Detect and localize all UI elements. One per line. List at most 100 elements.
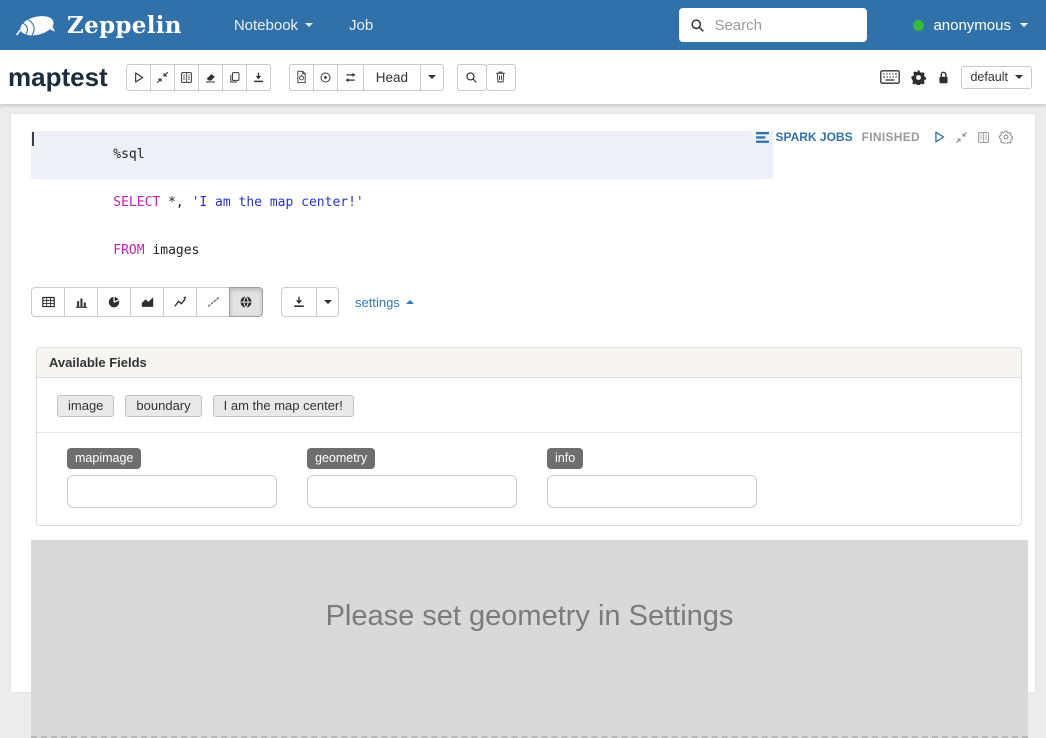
- code-text: *,: [160, 195, 191, 210]
- note-content: %sql SELECT *, 'I am the map center!' FR…: [0, 104, 1046, 693]
- area-chart-icon: [140, 295, 155, 309]
- run-paragraph-button[interactable]: [932, 130, 946, 144]
- compare-revisions-button[interactable]: [337, 64, 364, 91]
- nav-notebook-label: Notebook: [234, 17, 298, 34]
- geometry-drop-target[interactable]: [307, 475, 517, 508]
- field-chip-boundary[interactable]: boundary: [125, 395, 201, 417]
- keyboard-shortcuts-icon[interactable]: [880, 70, 900, 84]
- paragraph-controls: SPARK JOBS FINISHED: [756, 130, 1013, 144]
- drop-zones-row: mapimage geometry info: [37, 433, 1021, 525]
- head-version-label[interactable]: Head: [363, 64, 421, 91]
- map-placeholder-message: Please set geometry in Settings: [31, 540, 1028, 633]
- note-toolbar: maptest Head: [0, 50, 1046, 104]
- mapimage-drop-target[interactable]: [67, 475, 277, 508]
- available-fields-header: Available Fields: [37, 348, 1021, 378]
- code-text: %sql: [113, 147, 144, 162]
- chevron-down-icon: [1015, 75, 1023, 79]
- nav-job-label: Job: [349, 17, 373, 34]
- viz-pie-chart-button[interactable]: [97, 287, 131, 317]
- trash-icon: [494, 70, 507, 84]
- viz-table-button[interactable]: [31, 287, 65, 317]
- swap-arrows-icon: [343, 71, 358, 84]
- download-options-button[interactable]: [316, 287, 339, 317]
- toggle-code-button[interactable]: [150, 64, 175, 91]
- set-revision-button[interactable]: [313, 64, 338, 91]
- spark-jobs-link[interactable]: SPARK JOBS: [756, 130, 852, 144]
- line-chart-icon: [173, 295, 188, 309]
- scatter-chart-icon: [206, 295, 221, 309]
- nav-job[interactable]: Job: [349, 17, 373, 34]
- info-zone-label: info: [547, 448, 583, 469]
- toggle-editor-button[interactable]: [977, 131, 990, 144]
- viz-line-chart-button[interactable]: [163, 287, 197, 317]
- spark-jobs-label: SPARK JOBS: [775, 130, 852, 144]
- collapse-paragraph-button[interactable]: [955, 131, 968, 144]
- file-revision-icon: [295, 70, 308, 84]
- paragraph-header: %sql SELECT *, 'I am the map center!' FR…: [11, 114, 1035, 275]
- export-note-button[interactable]: [246, 64, 271, 91]
- book-icon: [180, 71, 193, 84]
- note-title[interactable]: maptest: [8, 62, 108, 93]
- code-line: FROM images: [31, 227, 773, 275]
- top-navbar: Zeppelin Notebook Job anonymous: [0, 0, 1046, 50]
- paragraph-settings-gear-icon[interactable]: [999, 130, 1013, 144]
- note-search-box[interactable]: [679, 8, 867, 42]
- code-string: 'I am the map center!': [192, 195, 364, 210]
- play-icon: [132, 71, 145, 84]
- field-chip-image[interactable]: image: [57, 395, 114, 417]
- viz-bar-chart-button[interactable]: [64, 287, 98, 317]
- search-input[interactable]: [712, 16, 856, 35]
- version-dropdown-button[interactable]: [420, 64, 444, 91]
- bar-chart-icon: [74, 295, 89, 309]
- code-keyword: FROM: [113, 243, 144, 258]
- default-interpreter-dropdown[interactable]: default: [961, 66, 1032, 89]
- search-icon: [465, 71, 478, 84]
- code-editor[interactable]: %sql SELECT *, 'I am the map center!' FR…: [31, 131, 773, 275]
- nav-notebook[interactable]: Notebook: [234, 17, 313, 34]
- viz-settings-toggle[interactable]: settings: [355, 295, 414, 310]
- run-all-button[interactable]: [126, 64, 151, 91]
- user-menu[interactable]: anonymous: [913, 17, 1028, 34]
- text-cursor: [32, 132, 34, 146]
- interpreter-label: default: [970, 70, 1008, 84]
- chevron-down-icon: [1020, 23, 1028, 27]
- code-line: %sql: [31, 131, 773, 179]
- code-keyword: SELECT: [113, 195, 160, 210]
- available-fields-row: image boundary I am the map center!: [37, 378, 1021, 433]
- chevron-down-icon: [428, 75, 436, 79]
- username-label: anonymous: [933, 17, 1011, 34]
- brand-title: Zeppelin: [67, 12, 182, 39]
- viz-area-chart-button[interactable]: [130, 287, 164, 317]
- list-bars-icon: [756, 132, 769, 143]
- main-nav: Notebook Job: [234, 17, 373, 34]
- geometry-zone-label: geometry: [307, 448, 375, 469]
- zeppelin-brand[interactable]: Zeppelin: [14, 11, 182, 39]
- download-data-button[interactable]: [281, 287, 317, 317]
- interpreter-binding-gear-icon[interactable]: [911, 70, 926, 85]
- clear-output-button[interactable]: [198, 64, 223, 91]
- permissions-lock-icon[interactable]: [937, 70, 950, 85]
- mapimage-zone: mapimage: [67, 448, 307, 508]
- viz-toolbar: settings: [31, 287, 1035, 317]
- zeppelin-logo-icon: [14, 11, 58, 39]
- download-split-button: [281, 287, 339, 317]
- toggle-output-button[interactable]: [174, 64, 199, 91]
- remove-note-button[interactable]: [486, 64, 516, 91]
- chevron-down-icon: [305, 23, 313, 27]
- clone-note-button[interactable]: [222, 64, 247, 91]
- download-icon: [252, 71, 265, 84]
- field-chip-map-center[interactable]: I am the map center!: [213, 395, 354, 417]
- download-icon: [292, 295, 306, 309]
- info-drop-target[interactable]: [547, 475, 757, 508]
- viz-map-button[interactable]: [229, 287, 263, 317]
- chart-type-group: [31, 287, 263, 317]
- pie-chart-icon: [107, 295, 121, 309]
- geometry-zone: geometry: [307, 448, 547, 508]
- paragraph-status: FINISHED: [862, 130, 920, 144]
- viz-scatter-chart-button[interactable]: [196, 287, 230, 317]
- table-icon: [41, 295, 56, 309]
- globe-icon: [239, 295, 253, 309]
- commit-button[interactable]: [289, 64, 314, 91]
- search-in-note-button[interactable]: [457, 64, 487, 91]
- viz-settings-panel: Available Fields image boundary I am the…: [36, 347, 1022, 526]
